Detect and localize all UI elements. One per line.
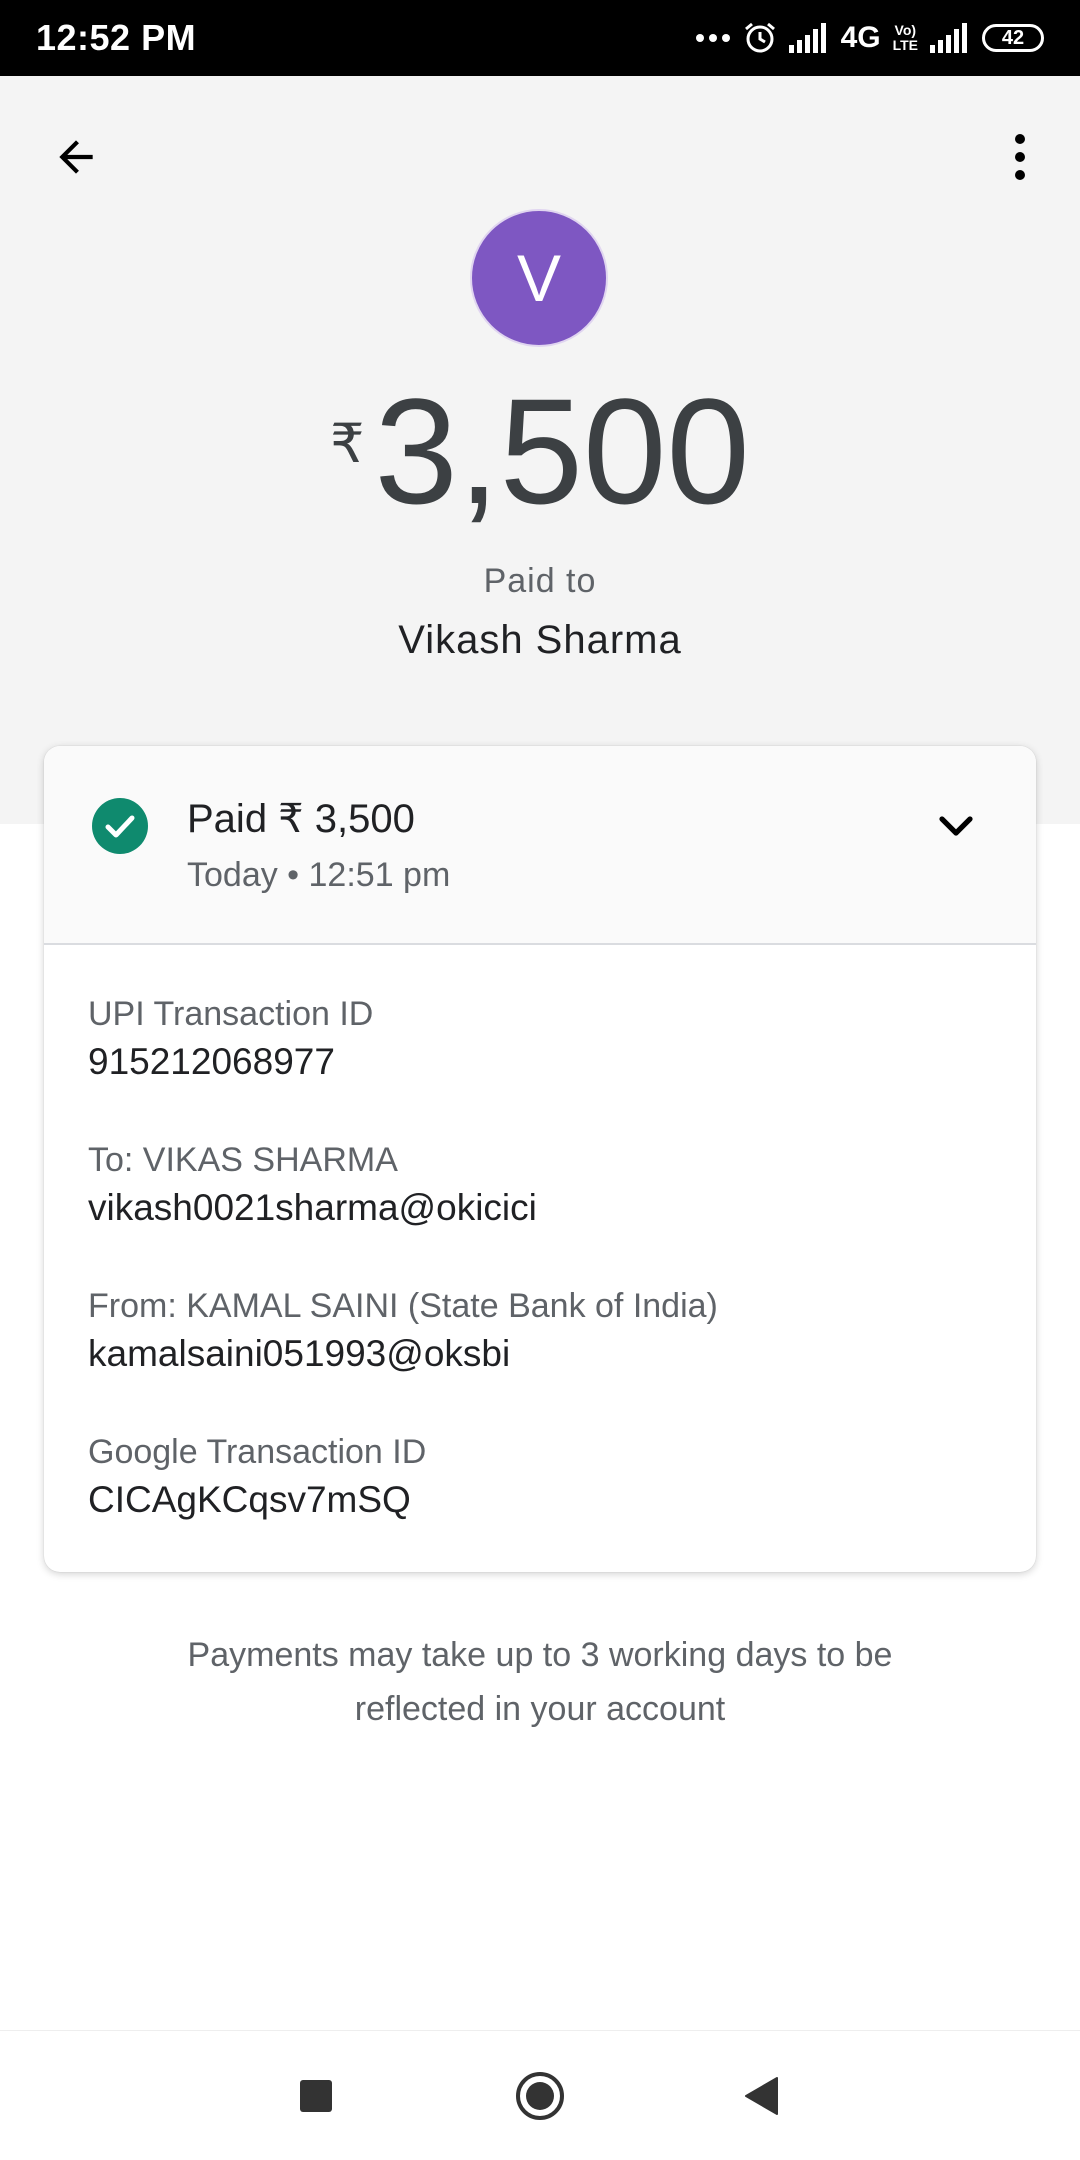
signal-icon-2: [930, 23, 967, 53]
signal-icon: [788, 23, 826, 53]
detail-label: From: KAMAL SAINI (State Bank of India): [88, 1287, 718, 1325]
network-type: 4G: [840, 21, 881, 54]
detail-label: Google Transaction ID: [88, 1433, 427, 1471]
volte-icon: Vo) LTE: [893, 23, 918, 53]
battery-icon: 42: [982, 24, 1044, 52]
status-icons: 4G Vo) LTE 42: [695, 18, 1044, 58]
upi-transaction-id: UPI Transaction ID 915212068977: [88, 994, 373, 1084]
volte-top: Vo): [894, 22, 917, 38]
more-notifications-icon: [695, 34, 730, 42]
back-button[interactable]: [46, 127, 106, 187]
home-button[interactable]: [495, 2051, 585, 2141]
alarm-icon: [744, 22, 775, 53]
circle-icon: [516, 2072, 564, 2120]
recipient-details: To: VIKAS SHARMA vikash0021sharma@okicic…: [88, 1140, 537, 1230]
recents-button[interactable]: [271, 2051, 361, 2141]
nav-back-button[interactable]: [716, 2051, 806, 2141]
avatar: V: [470, 209, 608, 347]
payment-status-row[interactable]: Paid ₹ 3,500 Today • 12:51 pm: [44, 746, 1036, 945]
detail-label: To: VIKAS SHARMA: [88, 1141, 398, 1179]
payment-status-title: Paid ₹ 3,500: [187, 797, 415, 841]
detail-label: UPI Transaction ID: [88, 995, 374, 1033]
square-icon: [300, 2080, 332, 2112]
payment-header: V ₹ 3,500 Paid to Vikash Sharma: [0, 76, 1080, 824]
battery-level: 42: [1001, 26, 1025, 49]
system-navigation-bar: [0, 2030, 1080, 2160]
sender-details: From: KAMAL SAINI (State Bank of India) …: [88, 1286, 718, 1376]
status-time: 12:52 PM: [36, 17, 197, 58]
chevron-down-icon[interactable]: [932, 802, 980, 850]
detail-value: vikash0021sharma@okicici: [88, 1187, 537, 1228]
transaction-details-screen: 12:52 PM 4G Vo) LTE 42 V ₹ 3,500 Paid to…: [0, 0, 1080, 2160]
triangle-back-icon: [745, 2077, 778, 2115]
more-options-button[interactable]: [990, 127, 1050, 187]
status-bar: 12:52 PM 4G Vo) LTE 42: [0, 0, 1080, 76]
payment-timestamp: Today • 12:51 pm: [187, 856, 451, 894]
google-transaction-id: Google Transaction ID CICAgKCqsv7mSQ: [88, 1432, 426, 1522]
transaction-card: Paid ₹ 3,500 Today • 12:51 pm UPI Transa…: [44, 746, 1036, 1572]
avatar-letter: V: [516, 241, 562, 315]
paid-to-label: Paid to: [483, 562, 597, 600]
amount: ₹ 3,500: [0, 376, 1080, 526]
detail-value: kamalsaini051993@oksbi: [88, 1333, 511, 1374]
currency-symbol: ₹: [330, 414, 365, 474]
detail-value: 915212068977: [88, 1041, 335, 1082]
processing-notice: Payments may take up to 3 working days t…: [187, 1636, 893, 1728]
volte-bottom: LTE: [892, 37, 918, 53]
check-circle-icon: [92, 798, 148, 854]
detail-value: CICAgKCqsv7mSQ: [88, 1479, 411, 1520]
more-vert-icon: [1015, 134, 1025, 180]
payee-name: Vikash Sharma: [398, 618, 682, 662]
amount-value: 3,500: [374, 367, 750, 535]
arrow-back-icon: [59, 140, 93, 174]
